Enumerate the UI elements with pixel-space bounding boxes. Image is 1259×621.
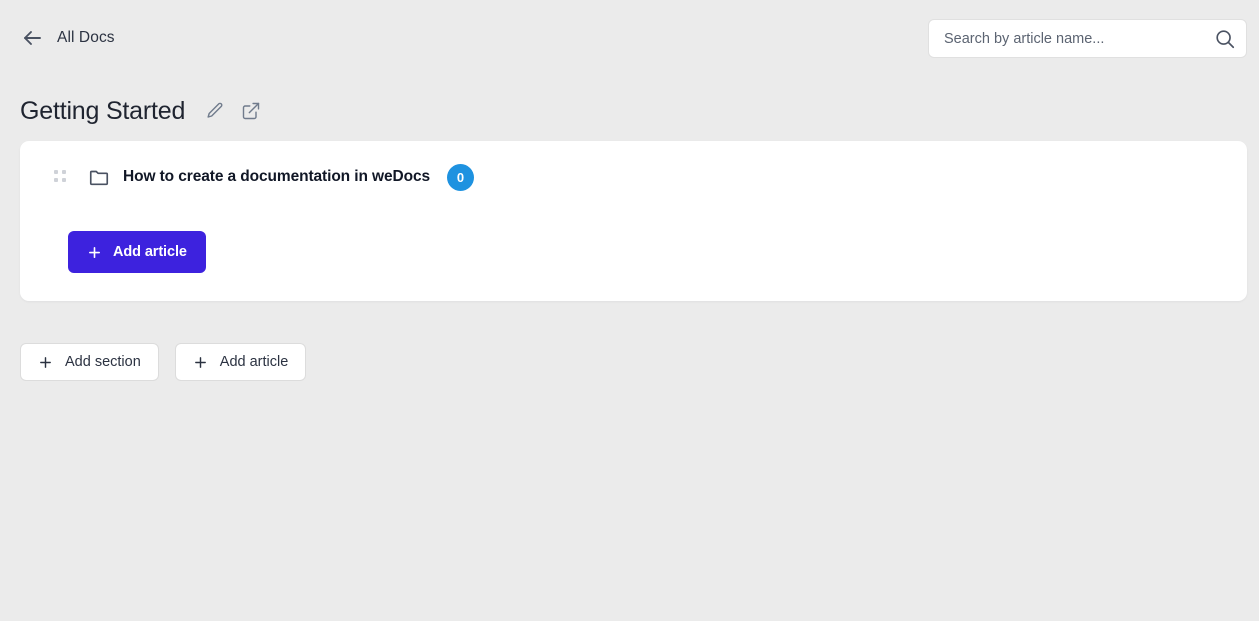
drag-dot	[62, 178, 66, 182]
page-header: Getting Started	[20, 93, 262, 129]
add-section-label: Add section	[65, 354, 141, 370]
footer-actions: Add section Add article	[20, 343, 307, 381]
external-link-icon	[241, 101, 261, 121]
section-card: How to create a documentation in weDocs …	[20, 141, 1247, 301]
section-title[interactable]: How to create a documentation in weDocs	[123, 168, 430, 186]
back-to-all-docs-link[interactable]: All Docs	[20, 26, 115, 50]
drag-dot	[54, 170, 58, 174]
top-bar: All Docs	[0, 0, 1259, 78]
add-article-primary-button[interactable]: Add article	[68, 231, 206, 273]
search-icon[interactable]	[1214, 28, 1236, 50]
add-article-primary-label: Add article	[113, 244, 187, 260]
folder-icon	[68, 166, 110, 188]
add-article-footer-label: Add article	[219, 354, 289, 370]
drag-handle-icon[interactable]	[54, 170, 68, 184]
plus-icon	[87, 245, 102, 260]
open-external-button[interactable]	[240, 100, 262, 122]
edit-title-button[interactable]	[204, 100, 226, 122]
drag-dot	[62, 170, 66, 174]
add-article-footer-button[interactable]: Add article	[174, 343, 307, 381]
page-title: Getting Started	[20, 97, 186, 125]
plus-icon	[193, 355, 208, 370]
drag-dot	[54, 178, 58, 182]
search-box[interactable]	[928, 19, 1247, 58]
pencil-icon	[205, 101, 225, 121]
add-section-button[interactable]: Add section	[20, 343, 159, 381]
search-input[interactable]	[944, 20, 1214, 57]
back-link-label: All Docs	[57, 29, 115, 46]
article-count-badge: 0	[447, 163, 475, 191]
plus-icon	[38, 355, 53, 370]
arrow-left-icon	[20, 26, 44, 50]
section-row[interactable]: How to create a documentation in weDocs …	[20, 141, 475, 213]
